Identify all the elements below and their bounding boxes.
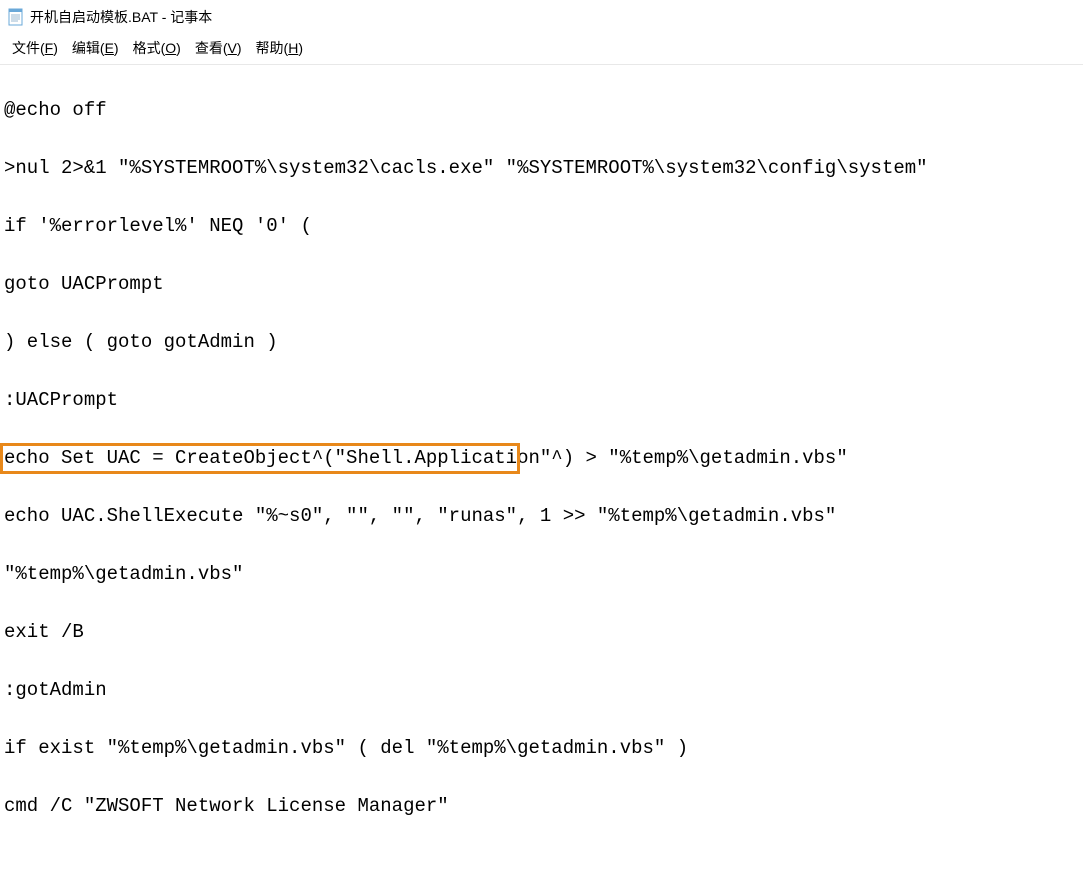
code-line: if exist "%temp%\getadmin.vbs" ( del "%t…: [4, 734, 1079, 763]
code-line: :UACPrompt: [4, 386, 1079, 415]
code-line: @echo off: [4, 96, 1079, 125]
code-line: if '%errorlevel%' NEQ '0' (: [4, 212, 1079, 241]
code-line: "%temp%\getadmin.vbs": [4, 560, 1079, 589]
menu-edit[interactable]: 编辑(E): [66, 36, 125, 60]
notepad-icon: [8, 8, 24, 26]
menu-help[interactable]: 帮助(H): [250, 36, 309, 60]
code-line: :gotAdmin: [4, 676, 1079, 705]
code-line: exit /B: [4, 618, 1079, 647]
code-line: cmd /C "ZWSOFT Network License Manager": [4, 792, 1079, 821]
code-line: ) else ( goto gotAdmin ): [4, 328, 1079, 357]
menu-view[interactable]: 查看(V): [189, 36, 248, 60]
code-line: >nul 2>&1 "%SYSTEMROOT%\system32\cacls.e…: [4, 154, 1079, 183]
code-line: goto UACPrompt: [4, 270, 1079, 299]
window-title: 开机自启动模板.BAT - 记事本: [30, 7, 212, 27]
title-bar: 开机自启动模板.BAT - 记事本: [0, 0, 1083, 34]
code-line: echo Set UAC = CreateObject^("Shell.Appl…: [4, 444, 1079, 473]
menu-file[interactable]: 文件(F): [6, 36, 64, 60]
text-editor-content[interactable]: @echo off >nul 2>&1 "%SYSTEMROOT%\system…: [0, 64, 1083, 881]
menu-format[interactable]: 格式(O): [127, 36, 187, 60]
code-line: echo UAC.ShellExecute "%~s0", "", "", "r…: [4, 502, 1079, 531]
menu-bar: 文件(F) 编辑(E) 格式(O) 查看(V) 帮助(H): [0, 34, 1083, 64]
